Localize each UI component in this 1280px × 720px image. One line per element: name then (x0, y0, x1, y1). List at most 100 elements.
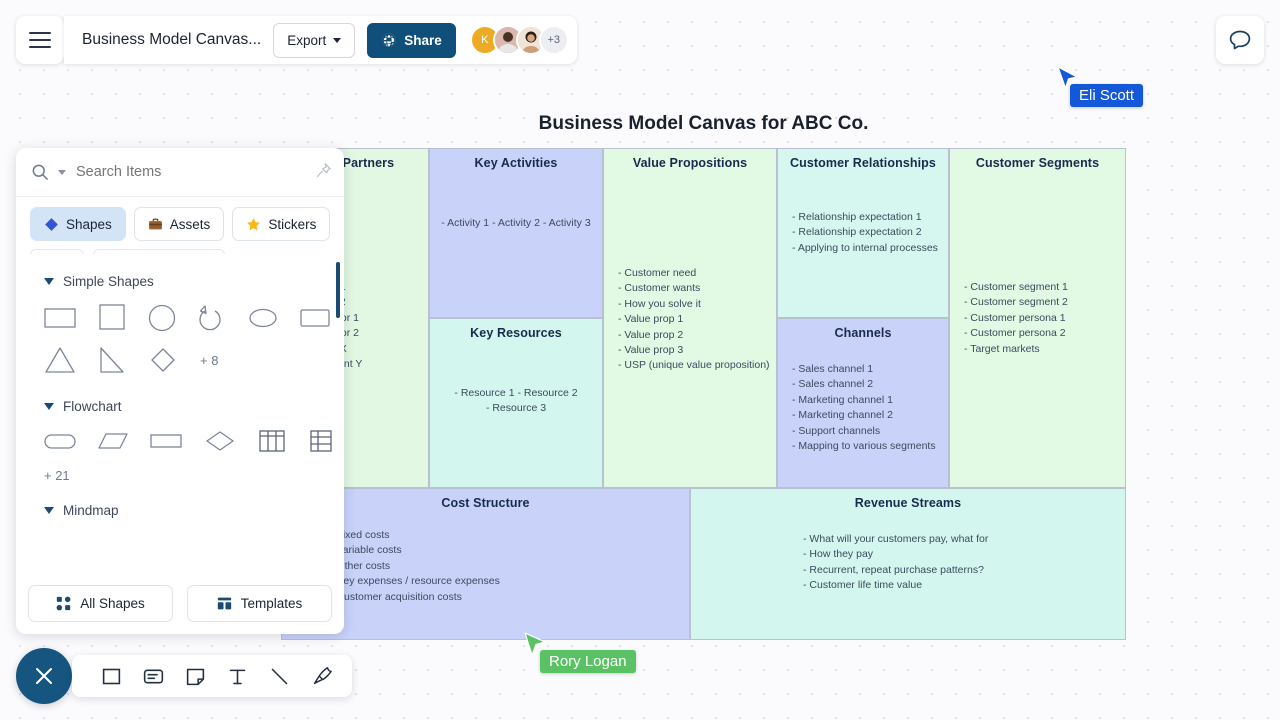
arc-arrow-shape-icon[interactable] (198, 303, 226, 333)
list-item: - Customer persona 2 (964, 327, 1066, 340)
list-item: - Relationship expectation 2 (792, 226, 922, 239)
canvas-cell-key-activities[interactable]: Key Activities - Activity 1 - Activity 2… (429, 148, 603, 318)
square-shape-icon[interactable] (98, 303, 126, 333)
avatar-initial: K (481, 34, 489, 46)
close-x-icon (36, 668, 52, 684)
list-item: - Customer persona 1 (964, 311, 1066, 324)
shape-row: + 8 (16, 345, 344, 375)
list-item: - Marketing channel 1 (792, 393, 893, 406)
canvas-cell-key-resources[interactable]: Key Resources - Resource 1 - Resource 2 … (429, 318, 603, 488)
more-shapes-count[interactable]: + 21 (16, 468, 344, 483)
group-header-flowchart[interactable]: Flowchart (16, 375, 344, 414)
list-item: - Value prop 1 (618, 313, 684, 326)
top-toolbar: Business Model Canvas... Export Share K (64, 16, 577, 64)
circle-shape-icon[interactable] (148, 303, 176, 333)
templates-icon (217, 597, 231, 609)
text-tool[interactable] (220, 659, 254, 693)
cell-title: Value Propositions (632, 156, 748, 170)
share-button[interactable]: Share (367, 22, 456, 58)
pen-icon (313, 667, 332, 685)
pen-tool[interactable] (304, 659, 338, 693)
diamond-shape-icon[interactable] (148, 345, 178, 375)
avatar-overflow-count[interactable]: +3 (538, 25, 569, 55)
comment-bubble-icon (1229, 30, 1251, 50)
list-item: - Customer life time value (803, 579, 923, 592)
hamburger-menu-icon[interactable] (16, 16, 64, 64)
all-shapes-button[interactable]: All Shapes (28, 584, 173, 622)
cursor-label: Rory Logan (540, 650, 636, 673)
ellipse-shape-icon[interactable] (248, 303, 278, 333)
line-tool[interactable] (262, 659, 296, 693)
tab-label: Stickers (268, 216, 317, 232)
decision-diamond-shape-icon[interactable] (204, 428, 236, 454)
table-3col-shape-icon[interactable] (258, 428, 286, 454)
cell-items: - Customer segment 1 - Customer segment … (950, 280, 1125, 357)
search-row (16, 148, 344, 197)
search-input[interactable] (74, 163, 330, 181)
card-tool[interactable] (136, 659, 170, 693)
canvas-cell-revenue-streams[interactable]: Revenue Streams - What will your custome… (690, 488, 1126, 640)
list-item: - Activity 3 (542, 217, 591, 229)
briefcase-icon (148, 218, 162, 229)
tab-shapes[interactable]: Shapes (30, 207, 126, 241)
panel-scrollbar[interactable] (336, 262, 340, 318)
chevron-down-icon (333, 37, 342, 43)
export-button[interactable]: Export (273, 22, 356, 58)
list-item: - Sales channel 2 (792, 378, 874, 391)
star-icon (247, 217, 261, 230)
tab-label: Assets (169, 216, 211, 232)
share-label: Share (404, 32, 442, 48)
cell-items: - Sales channel 1 - Sales channel 2 - Ma… (778, 362, 948, 454)
cell-title: Key Activities (474, 156, 558, 170)
list-item: - Mapping to various segments (792, 440, 936, 453)
note-tool[interactable] (178, 659, 212, 693)
rounded-rectangle-shape-icon[interactable] (300, 303, 330, 333)
close-panel-button[interactable] (16, 648, 72, 704)
canvas-cell-customer-segments[interactable]: Customer Segments - Customer segment 1 -… (949, 148, 1126, 488)
document-title[interactable]: Business Model Canvas... (82, 31, 261, 49)
stadium-shape-icon[interactable] (44, 428, 76, 454)
templates-button[interactable]: Templates (187, 584, 332, 622)
tab-assets[interactable]: Assets (133, 207, 225, 241)
overflow-label: +3 (547, 34, 561, 46)
group-header-simple-shapes[interactable]: Simple Shapes (16, 262, 344, 289)
parallelogram-shape-icon[interactable] (98, 428, 128, 454)
more-shapes-count[interactable]: + 8 (200, 353, 218, 368)
search-icon[interactable] (30, 162, 50, 182)
tab-stickers[interactable]: Stickers (232, 207, 331, 241)
list-item: - Value prop 2 (618, 328, 684, 341)
comment-button[interactable] (1216, 16, 1264, 64)
table-grid-shape-icon[interactable] (308, 428, 334, 454)
shape-tool[interactable] (94, 659, 128, 693)
button-label: Templates (240, 595, 303, 611)
list-item: - USP (unique value proposition) (618, 359, 770, 372)
process-rectangle-shape-icon[interactable] (150, 428, 182, 454)
list-item: - Variable costs (330, 544, 402, 557)
list-item: - How you solve it (618, 297, 701, 310)
rectangle-shape-icon[interactable] (44, 303, 76, 333)
square-shape-icon (102, 668, 120, 684)
cell-title: Channels (834, 326, 892, 340)
globe-icon (382, 33, 396, 47)
business-model-canvas: Key Partners - Partner 1 - Partner 2 - D… (281, 148, 1126, 640)
canvas-cell-customer-relationships[interactable]: Customer Relationships - Relationship ex… (777, 148, 949, 318)
category-tabs: Shapes Assets Stickers (16, 197, 344, 249)
list-item: - Resource 3 (485, 402, 547, 415)
all-shapes-icon (56, 596, 71, 610)
triangle-shape-icon[interactable] (44, 345, 76, 375)
button-label: All Shapes (80, 595, 145, 611)
list-item: - What will your customers pay, what for (803, 533, 989, 545)
list-item: - Recurrent, repeat purchase patterns? (803, 563, 984, 576)
list-item: - Resource 2 (517, 387, 578, 399)
right-triangle-shape-icon[interactable] (98, 345, 126, 375)
shapes-scroll-area[interactable]: Simple Shapes + 8 Flowchart + 21 Mindmap (16, 254, 344, 572)
list-item: - Target markets (964, 342, 1040, 355)
list-item: - Sales channel 1 (792, 363, 874, 375)
group-header-mindmap[interactable]: Mindmap (16, 483, 344, 518)
card-icon (143, 669, 163, 683)
pin-icon[interactable] (315, 162, 332, 184)
canvas-cell-channels[interactable]: Channels - Sales channel 1 - Sales chann… (777, 318, 949, 488)
canvas-cell-value-propositions[interactable]: Value Propositions - Customer need - Cus… (603, 148, 777, 488)
search-filter-chevron-down-icon[interactable] (58, 169, 66, 175)
app-root: Business Model Canvas for ABC Co. Key Pa… (0, 0, 1280, 720)
